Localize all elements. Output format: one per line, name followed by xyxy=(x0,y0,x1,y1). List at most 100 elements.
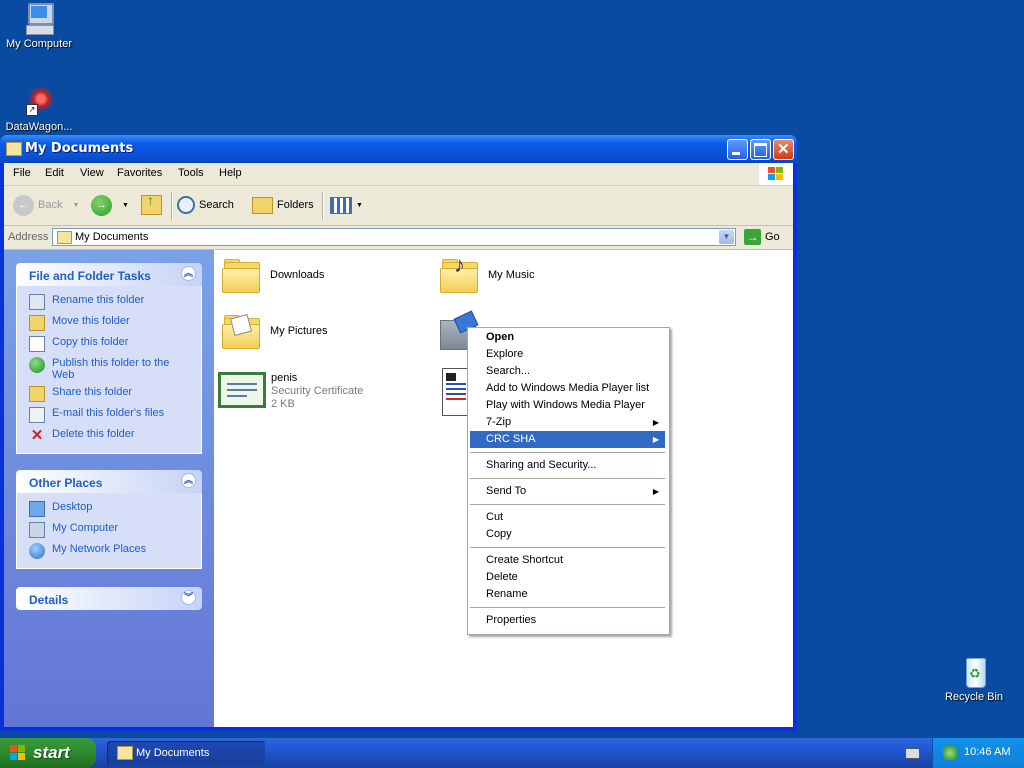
place-desktop[interactable]: Desktop xyxy=(17,499,201,520)
search-button[interactable]: Search xyxy=(177,194,234,216)
file-item-my-pictures[interactable]: My Pictures xyxy=(222,313,328,349)
menu-help[interactable]: Help xyxy=(219,167,242,179)
ctx-send-to[interactable]: Send To ▶ xyxy=(470,483,665,500)
task-publish-web[interactable]: Publish this folder to the Web xyxy=(17,355,201,384)
task-label: Share this folder xyxy=(52,386,133,398)
folders-icon xyxy=(252,196,273,214)
clock[interactable]: 10:46 AM xyxy=(964,746,1010,758)
menu-file[interactable]: File xyxy=(13,167,31,179)
collapse-icon[interactable]: ︽ xyxy=(181,266,196,281)
my-computer-icon xyxy=(29,522,45,538)
folders-button[interactable]: Folders xyxy=(252,194,314,216)
collapse-icon[interactable]: ︽ xyxy=(181,473,196,488)
address-dropdown-button[interactable]: ▼ xyxy=(719,230,734,244)
address-input[interactable]: My Documents ▼ xyxy=(52,228,736,246)
ctx-add-wmp-list[interactable]: Add to Windows Media Player list xyxy=(470,380,665,397)
toolbar-separator xyxy=(171,192,173,220)
file-name: Downloads xyxy=(270,269,325,281)
menu-favorites[interactable]: Favorites xyxy=(117,167,162,179)
maximize-icon xyxy=(754,143,767,157)
window-client: File Edit View Favorites Tools Help ← Ba… xyxy=(4,163,793,727)
task-delete-folder[interactable]: ✕ Delete this folder xyxy=(17,426,201,447)
ctx-copy[interactable]: Copy xyxy=(470,526,665,543)
file-item-penis-certificate[interactable]: penis Security Certificate 2 KB xyxy=(218,372,363,411)
other-places-panel: Other Places ︽ Desktop My Computer My Ne… xyxy=(16,470,202,569)
ctx-cut[interactable]: Cut xyxy=(470,509,665,526)
forward-button[interactable]: → ▼ xyxy=(91,194,129,216)
folders-label: Folders xyxy=(277,199,314,211)
submenu-arrow-icon: ▶ xyxy=(652,418,659,427)
menu-separator xyxy=(470,547,665,548)
certificate-icon xyxy=(218,372,266,408)
up-folder-button[interactable]: ↑ xyxy=(141,192,162,216)
window-title: My Documents xyxy=(25,141,134,156)
rename-icon xyxy=(29,294,45,310)
panel-header[interactable]: Other Places ︽ xyxy=(16,470,202,493)
task-label: Move this folder xyxy=(52,315,130,327)
toolbar-separator xyxy=(322,192,324,220)
ctx-search[interactable]: Search... xyxy=(470,363,665,380)
ctx-properties[interactable]: Properties xyxy=(470,612,665,629)
ctx-explore[interactable]: Explore xyxy=(470,346,665,363)
ctx-sharing-security[interactable]: Sharing and Security... xyxy=(470,457,665,474)
task-copy-folder[interactable]: Copy this folder xyxy=(17,334,201,355)
taskbar: start My Documents 10:46 AM xyxy=(0,738,1024,768)
desktop-icon-label: DataWagon... xyxy=(5,121,73,133)
folder-icon xyxy=(117,746,133,760)
keyboard-icon[interactable] xyxy=(905,748,920,759)
ctx-open[interactable]: Open xyxy=(470,329,665,346)
place-label: My Network Places xyxy=(52,543,147,555)
expand-icon[interactable]: ︾ xyxy=(181,590,196,605)
title-bar[interactable]: My Documents ✕ xyxy=(0,135,797,163)
task-move-folder[interactable]: Move this folder xyxy=(17,313,201,334)
panel-header[interactable]: File and Folder Tasks ︽ xyxy=(16,263,202,286)
task-rename-folder[interactable]: Rename this folder xyxy=(17,292,201,313)
minimize-button[interactable] xyxy=(727,139,748,160)
menu-view[interactable]: View xyxy=(80,167,104,179)
windows-flag-icon xyxy=(10,745,26,761)
place-my-computer[interactable]: My Computer xyxy=(17,520,201,541)
file-name: My Pictures xyxy=(270,325,328,337)
system-tray: 10:46 AM xyxy=(932,738,1024,768)
menu-edit[interactable]: Edit xyxy=(45,167,64,179)
views-button[interactable]: ▼ xyxy=(330,194,363,216)
network-tray-icon[interactable] xyxy=(943,746,957,760)
go-button[interactable]: → Go xyxy=(744,229,780,245)
task-label: Publish this folder to the Web xyxy=(52,357,170,381)
desktop-icon-my-computer[interactable]: My Computer xyxy=(0,3,79,50)
ctx-label: Play with Windows Media Player xyxy=(486,399,645,411)
ctx-delete[interactable]: Delete xyxy=(470,569,665,586)
desktop-icon-label: My Computer xyxy=(5,38,73,50)
ctx-rename[interactable]: Rename xyxy=(470,586,665,603)
file-item-downloads[interactable]: Downloads xyxy=(222,258,325,293)
menu-separator xyxy=(470,504,665,505)
close-button[interactable]: ✕ xyxy=(773,139,794,160)
copy-icon xyxy=(29,336,45,352)
taskbar-button-my-documents[interactable]: My Documents xyxy=(107,741,265,765)
file-item-my-music[interactable]: ♪ My Music xyxy=(440,252,534,293)
menu-tools[interactable]: Tools xyxy=(178,167,204,179)
ctx-create-shortcut[interactable]: Create Shortcut xyxy=(470,552,665,569)
ctx-play-wmp[interactable]: Play with Windows Media Player xyxy=(470,397,665,414)
place-network[interactable]: My Network Places xyxy=(17,541,201,562)
search-label: Search xyxy=(199,199,234,211)
ctx-crc-sha[interactable]: CRC SHA ▶ xyxy=(470,431,665,448)
ctx-label: Add to Windows Media Player list xyxy=(486,382,650,394)
explorer-window: My Documents ✕ File Edit View Favorites … xyxy=(0,135,797,731)
menu-separator xyxy=(470,607,665,608)
desktop-icon-datawagon[interactable]: ↗ DataWagon... xyxy=(0,86,79,133)
ctx-7zip[interactable]: 7-Zip ▶ xyxy=(470,414,665,431)
panel-header[interactable]: Details ︾ xyxy=(16,587,202,610)
publish-web-icon xyxy=(29,357,45,373)
start-button[interactable]: start xyxy=(0,738,96,768)
task-share-folder[interactable]: Share this folder xyxy=(17,384,201,405)
task-email-files[interactable]: E-mail this folder's files xyxy=(17,405,201,426)
maximize-button[interactable] xyxy=(750,139,771,160)
taskbar-button-label: My Documents xyxy=(136,747,210,759)
ctx-label: Delete xyxy=(486,571,518,583)
recycle-bin-icon: ♻ xyxy=(957,656,991,688)
back-button[interactable]: ← Back ▼ xyxy=(13,194,79,216)
desktop-icon-recycle-bin[interactable]: ♻ Recycle Bin xyxy=(934,656,1014,703)
ctx-label: Send To xyxy=(486,485,527,497)
file-name: penis xyxy=(271,372,298,384)
